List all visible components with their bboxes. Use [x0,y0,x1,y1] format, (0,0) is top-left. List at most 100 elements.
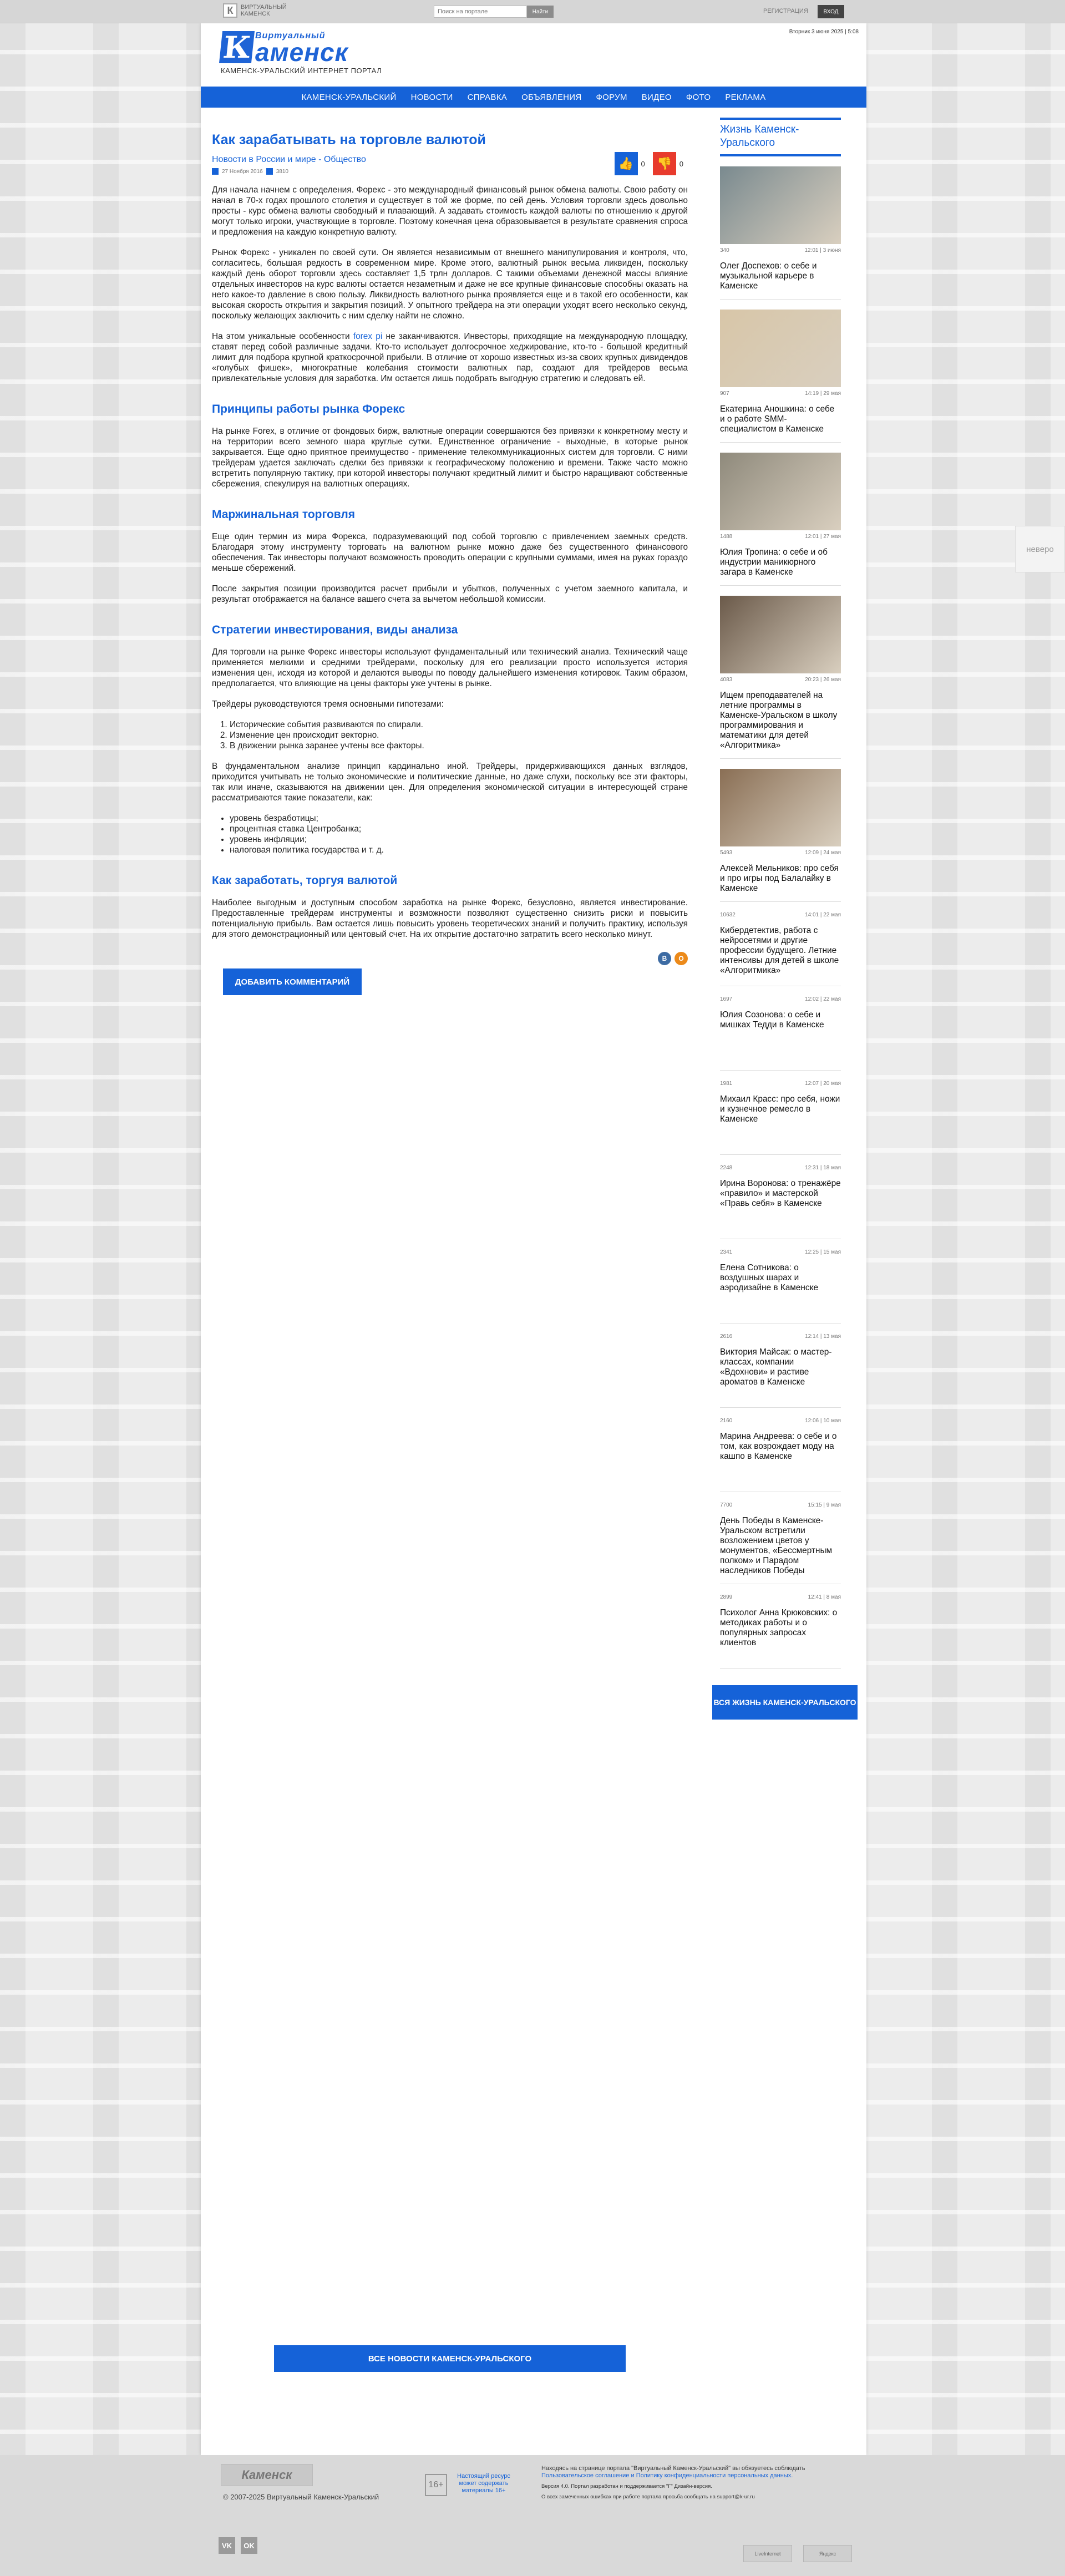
next-article-tab[interactable]: Неверо [1015,526,1065,572]
news-views: 2341 [720,1249,733,1255]
version-text: Версия 4.0. Портал разработан и поддержи… [541,2483,712,2489]
news-time: 14:01 | 22 мая [805,912,841,918]
news-stats: 2248 12:31 | 18 мая [720,1165,841,1171]
sidebar-news-item[interactable]: 1697 12:02 | 22 мая Юлия Созонова: о себе … [720,996,841,1071]
register-link[interactable]: Регистрация [763,8,808,14]
mini-logo[interactable]: К Виртуальный Каменск [223,3,291,18]
age-rating-text: Настоящий ресурс может содержать материа… [457,2473,510,2494]
nav-item-forum[interactable]: Форум [596,93,627,102]
legal-text: Находясь на странице портала "Виртуальны… [541,2465,805,2472]
news-title[interactable]: Екатерина Аношкина: о себе и о работе SM… [720,404,841,434]
news-title[interactable]: Юлия Тропина: о себе и об индустрии мани… [720,547,841,577]
article-date: 27 Ноября 2016 [222,168,263,175]
section-heading: Принципы работы рынка Форекс [212,403,405,415]
news-stats: 2341 12:25 | 15 мая [720,1249,841,1255]
news-title[interactable]: Ирина Воронова: о тренажёре «правило» и … [720,1179,841,1209]
sidebar-news-item[interactable]: 2160 12:06 | 10 мая Марина Андреева: о себ… [720,1418,841,1492]
thumbs-down-icon[interactable]: 👎 [652,152,676,175]
news-stats: 5493 12:09 | 24 мая [720,850,841,856]
site-logo[interactable]: К Виртуальный аменск Каменск-Уральский и… [219,29,382,75]
vk-icon[interactable]: VK [219,2537,235,2554]
search-input[interactable] [434,6,527,18]
news-title[interactable]: Психолог Анна Крюковских: о методиках ра… [720,1608,841,1648]
news-title[interactable]: Кибердетектив, работа с нейросетями и др… [720,926,841,976]
current-date: Вторник 3 июня 2025 | 5:08 [789,29,859,35]
yandex-counter[interactable]: Яндекс [803,2545,852,2562]
nav-item-ads[interactable]: Объявления [521,93,581,102]
votes-up-count: 0 [641,159,645,168]
sidebar-news-item[interactable]: 340 12:01 | 3 июня Олег Доспехов: о себе и… [720,166,841,300]
nav-item-news[interactable]: Новости [411,93,453,102]
news-stats: 2899 12:41 | 8 мая [720,1594,841,1600]
news-views: 1488 [720,534,733,540]
news-views: 5493 [720,850,733,856]
ok-icon[interactable]: OK [241,2537,257,2554]
sidebar-news-item[interactable]: 2248 12:31 | 18 мая Ирина Воронова: о трен… [720,1165,841,1239]
sidebar-heading[interactable]: Жизнь Каменск-Уральского [720,118,841,156]
news-thumbnail[interactable] [720,310,841,387]
article-title: Как зарабатывать на торговле валютой [212,132,486,148]
sidebar-news-item[interactable]: 2616 12:14 | 13 мая Виктория Майсак: о мас… [720,1333,841,1408]
sidebar-news-item[interactable]: 4083 20:23 | 26 мая Ищем преподавателей на… [720,596,841,759]
news-time: 12:02 | 22 мая [805,996,841,1002]
news-time: 15:15 | 9 мая [808,1502,841,1508]
news-views: 340 [720,247,729,253]
vk-share-icon[interactable]: В [658,952,671,965]
all-news-button[interactable]: Все новости Каменск-Уральского [274,2345,626,2372]
news-title[interactable]: Алексей Мельников: про себя и про игры п… [720,864,841,894]
news-views: 2160 [720,1418,733,1424]
news-stats: 1981 12:07 | 20 мая [720,1081,841,1087]
paragraph: На рынке Forex, в отличие от фондовых би… [212,427,688,489]
news-thumbnail[interactable] [720,453,841,530]
news-title[interactable]: Виктория Майсак: о мастер-классах, компа… [720,1347,841,1387]
all-life-button[interactable]: Вся жизнь Каменск-Уральского [712,1685,858,1720]
news-time: 20:23 | 26 мая [805,677,841,683]
sidebar-news-item[interactable]: 2341 12:25 | 15 мая Елена Сотникова: о воз… [720,1249,841,1324]
footer-logo[interactable]: Каменск [221,2464,313,2486]
sidebar-news-item[interactable]: 1981 12:07 | 20 мая Михаил Красс: про себя… [720,1081,841,1155]
news-title[interactable]: Ищем преподавателей на летние программы … [720,691,841,751]
news-title[interactable]: Олег Доспехов: о себе и музыкальной карь… [720,261,841,291]
news-thumbnail[interactable] [720,166,841,244]
top-bar: К Виртуальный Каменск Найти Регистрация … [0,0,1065,23]
nav-item-advertising[interactable]: Реклама [725,93,765,102]
news-thumbnail[interactable] [720,596,841,673]
news-time: 14:19 | 29 мая [805,391,841,397]
section-heading: Маржинальная торговля [212,508,356,521]
paragraph: После закрытия позиции производится расч… [212,584,688,604]
news-views: 2248 [720,1165,733,1171]
nav-item-reference[interactable]: Справка [468,93,507,102]
nav-item-video[interactable]: Видео [642,93,672,102]
news-thumbnail[interactable] [720,769,841,846]
news-title[interactable]: Михаил Красс: про себя, ножи и кузнечное… [720,1094,841,1124]
nav-item-photo[interactable]: Фото [686,93,711,102]
news-time: 12:09 | 24 мая [805,850,841,856]
news-title[interactable]: Марина Андреева: о себе и о том, как воз… [720,1432,841,1462]
search-button[interactable]: Найти [527,6,554,18]
thumbs-up-icon[interactable]: 👍 [614,152,638,175]
news-stats: 2160 12:06 | 10 мая [720,1418,841,1424]
k-logo-icon: К [223,3,237,18]
login-button[interactable]: Вход [818,5,844,18]
sidebar-news-item[interactable]: 2899 12:41 | 8 мая Психолог Анна Крюковски… [720,1594,841,1669]
ok-share-icon[interactable]: О [674,952,688,965]
paragraph-text: На этом уникальные особенности [212,332,353,341]
sidebar-news-item[interactable]: 1488 12:01 | 27 мая Юлия Тропина: о себе и… [720,453,841,586]
nav-item-kamensk[interactable]: Каменск-Уральский [301,93,396,102]
mini-logo-text: Виртуальный Каменск [241,4,287,17]
add-comment-button[interactable]: Добавить комментарий [223,968,362,995]
news-title[interactable]: Юлия Созонова: о себе и мишках Тедди в К… [720,1010,841,1030]
logo-big: аменск [255,38,348,67]
news-time: 12:31 | 18 мая [805,1165,841,1171]
liveinternet-counter[interactable]: LiveInternet [743,2545,792,2562]
privacy-policy-link[interactable]: Пользовательское соглашение и Политику к… [541,2472,793,2479]
sidebar-news-item[interactable]: 7700 15:15 | 9 мая День Победы в Каменске-… [720,1502,841,1584]
forex-link[interactable]: forex pi [353,332,382,341]
eye-icon [266,168,273,175]
news-title[interactable]: Елена Сотникова: о воздушных шарах и аэр… [720,1263,841,1293]
sidebar-news-item[interactable]: 5493 12:09 | 24 мая Алексей Мельников: про… [720,769,841,902]
list-item: Изменение цен происходит векторно. [230,730,688,741]
sidebar-news-item[interactable]: 10632 14:01 | 22 мая Кибердетектив, работа… [720,912,841,986]
sidebar-news-item[interactable]: 907 14:19 | 29 мая Екатерина Аношкина: о с… [720,310,841,443]
news-title[interactable]: День Победы в Каменске-Уральском встрети… [720,1516,841,1576]
